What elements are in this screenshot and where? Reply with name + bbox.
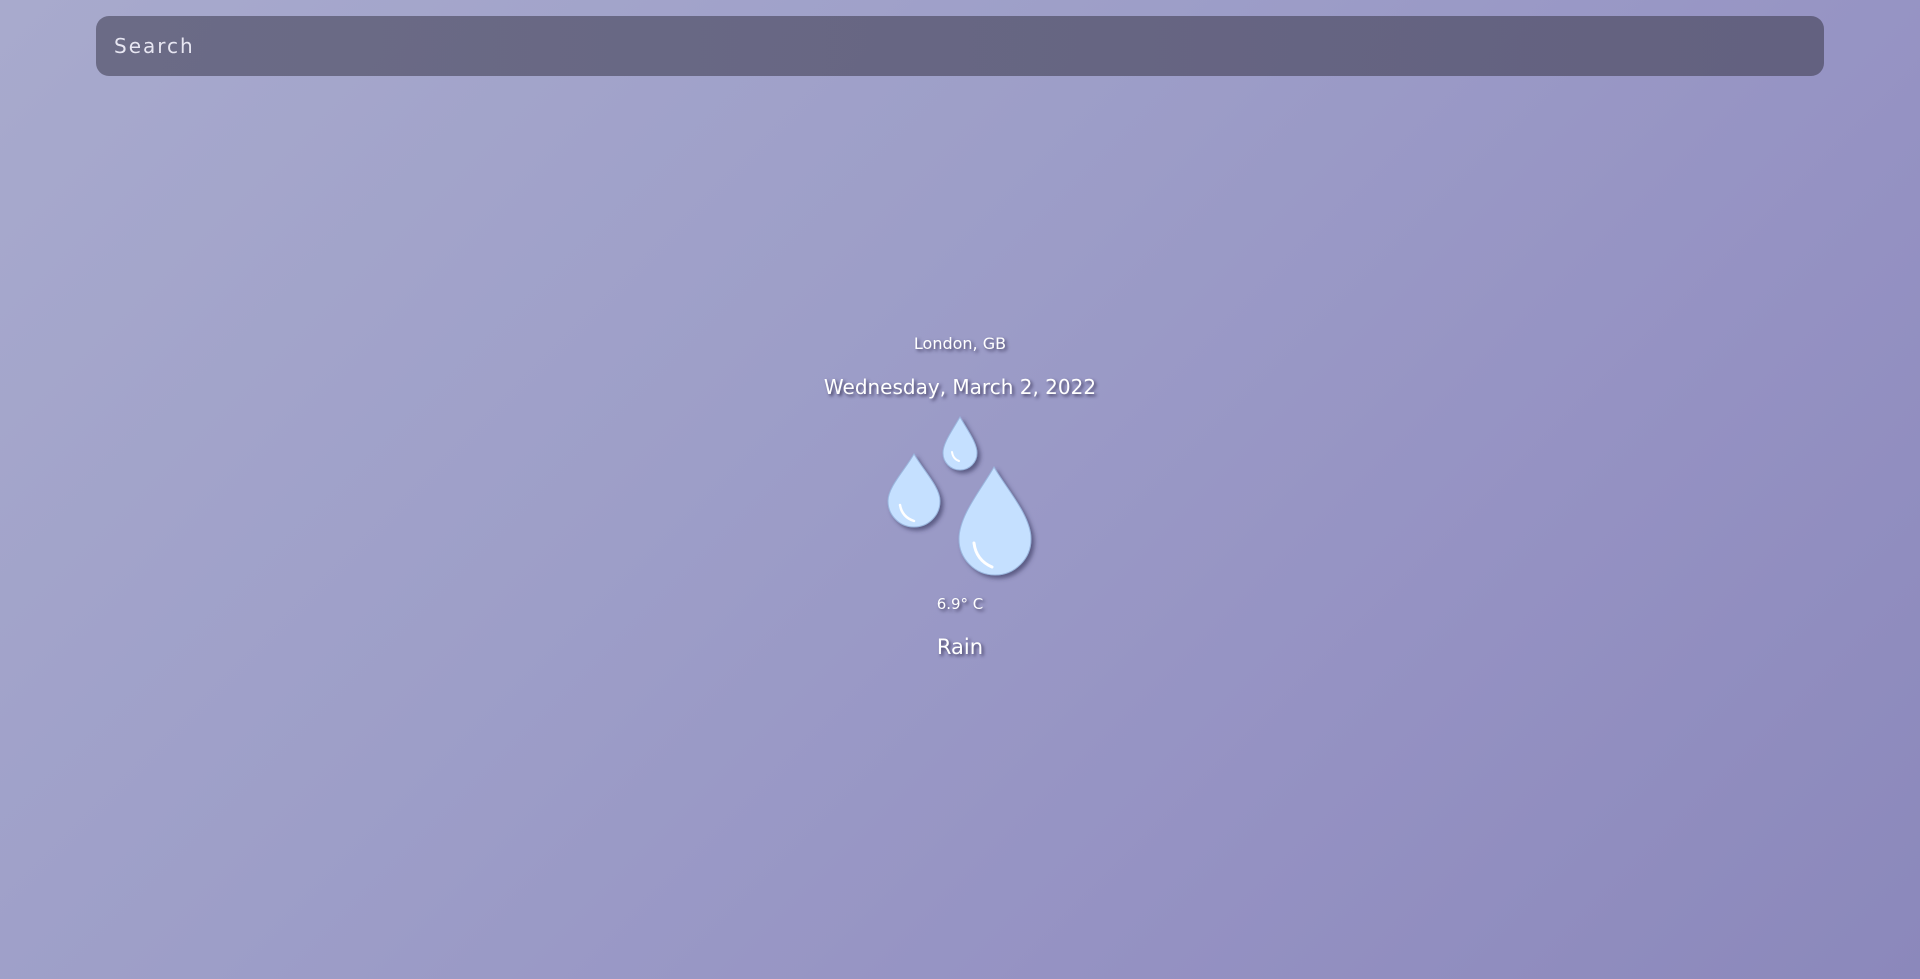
search-bar <box>96 16 1824 76</box>
small-drop-icon <box>942 415 978 471</box>
rain-drops-icon <box>880 415 1040 585</box>
location-label: London, GB <box>913 334 1007 353</box>
search-input[interactable] <box>112 33 1824 59</box>
date-label: Wednesday, March 2, 2022 <box>823 375 1097 399</box>
medium-drop-icon <box>887 452 941 528</box>
weather-description: Rain <box>936 635 984 659</box>
temperature-label: 6.9° C <box>936 595 984 613</box>
large-drop-icon <box>958 465 1032 576</box>
rain-drops-graphic <box>887 415 1032 576</box>
